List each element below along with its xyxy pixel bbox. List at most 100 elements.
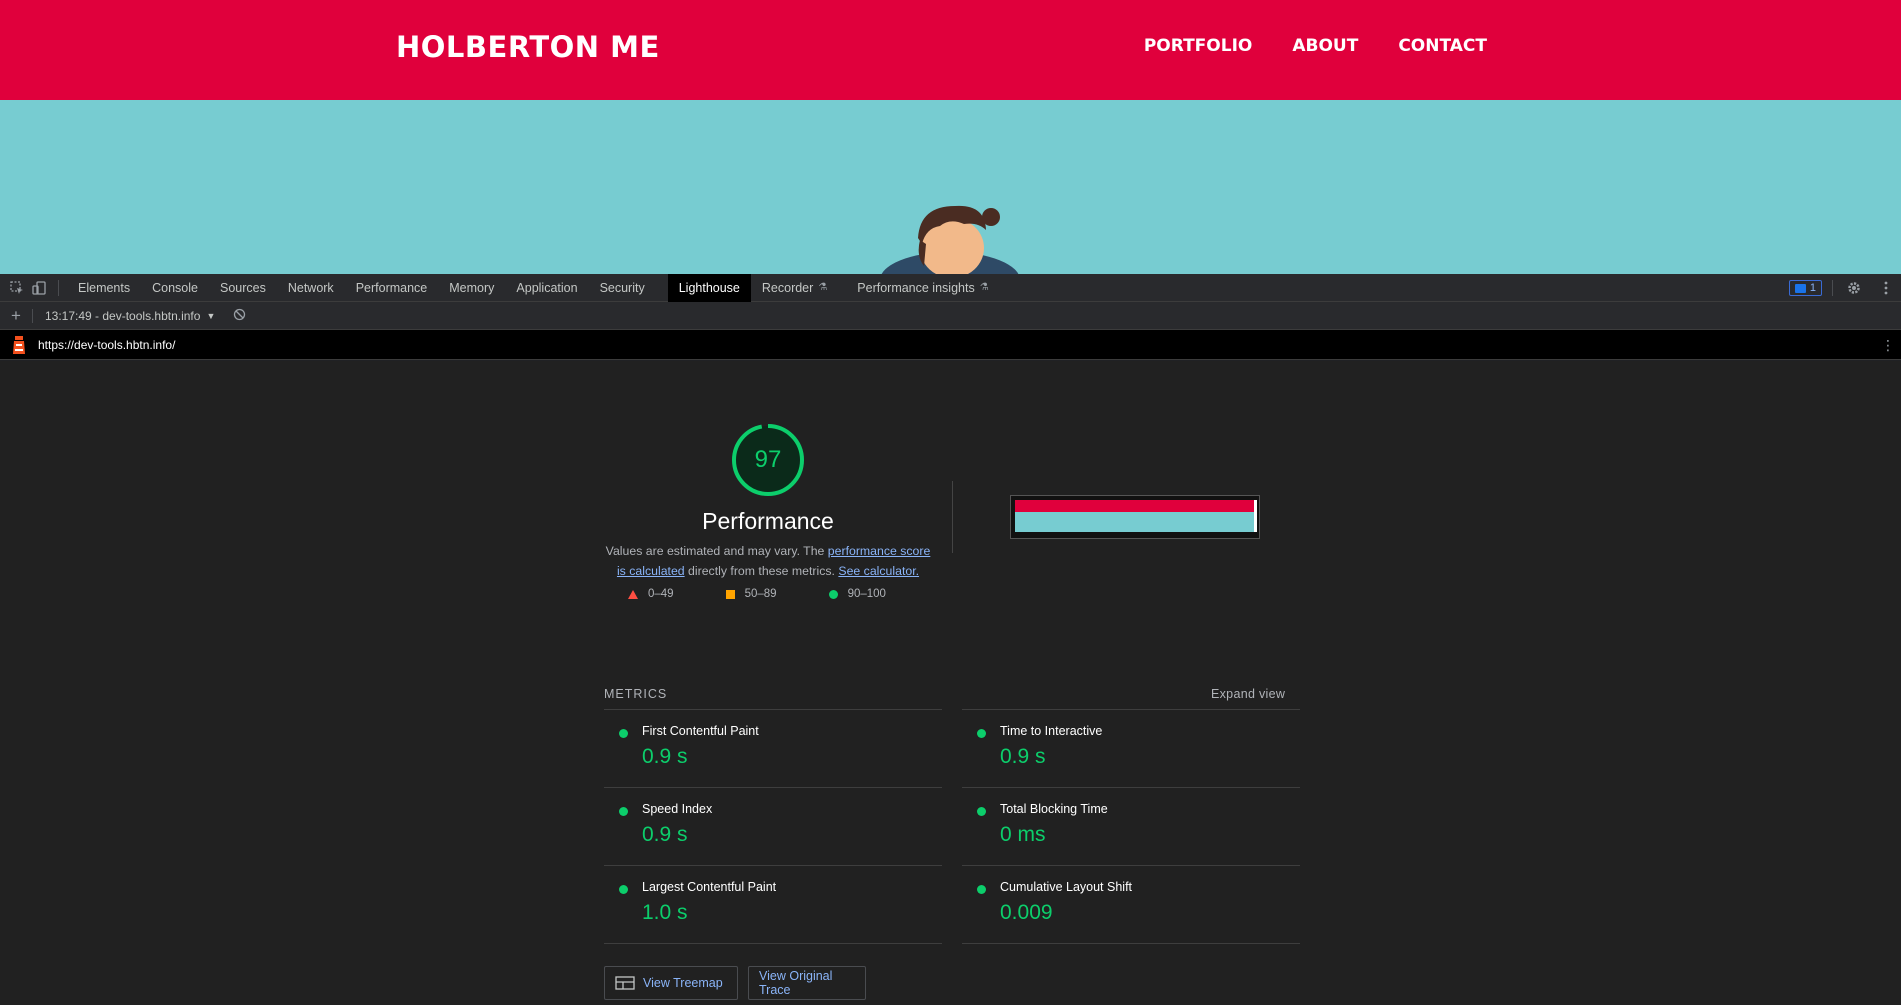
score-legend: 0–49 50–89 90–100 bbox=[628, 588, 938, 600]
tab-lighthouse[interactable]: Lighthouse bbox=[667, 273, 751, 302]
square-icon bbox=[725, 589, 735, 599]
kebab-menu-icon[interactable] bbox=[1875, 277, 1897, 299]
legend-average: 50–89 bbox=[725, 588, 777, 600]
lighthouse-toolbar: + 13:17:49 - dev-tools.hbtn.info ▼ bbox=[0, 302, 1901, 330]
tab-network[interactable]: Network bbox=[277, 274, 345, 302]
metric-cumulative-layout-shift: Cumulative Layout Shift 0.009 bbox=[962, 865, 1300, 943]
metric-value: 0.9 s bbox=[1000, 745, 1046, 768]
tab-elements[interactable]: Elements bbox=[67, 274, 141, 302]
pass-icon bbox=[977, 885, 986, 894]
lighthouse-logo-icon bbox=[13, 335, 25, 354]
category-description: Values are estimated and may vary. The p… bbox=[604, 541, 932, 581]
pass-icon bbox=[619, 885, 628, 894]
tab-security[interactable]: Security bbox=[589, 274, 656, 302]
nav-about[interactable]: ABOUT bbox=[1292, 36, 1358, 56]
screenshot-hero bbox=[1015, 512, 1257, 532]
report-url-bar: https://dev-tools.hbtn.info/ ⋮ bbox=[0, 330, 1901, 360]
tab-performance[interactable]: Performance bbox=[345, 274, 439, 302]
inspect-element-icon[interactable] bbox=[6, 277, 28, 299]
metric-value: 0 ms bbox=[1000, 823, 1046, 846]
screenshot-image bbox=[1013, 498, 1257, 536]
toolbar-separator bbox=[1832, 280, 1833, 296]
divider bbox=[604, 943, 942, 944]
screenshot-scrollbar bbox=[1254, 500, 1257, 532]
metric-label: Time to Interactive bbox=[1000, 724, 1103, 738]
metric-label: First Contentful Paint bbox=[642, 724, 759, 738]
metric-label: Total Blocking Time bbox=[1000, 802, 1108, 816]
tab-sources[interactable]: Sources bbox=[209, 274, 277, 302]
kebab-menu-icon[interactable]: ⋮ bbox=[1881, 337, 1895, 354]
issues-badge[interactable]: 1 bbox=[1788, 280, 1822, 296]
legend-pass-label: 90–100 bbox=[847, 588, 886, 600]
tab-recorder-label: Recorder bbox=[761, 280, 814, 295]
metric-label: Cumulative Layout Shift bbox=[1000, 880, 1133, 894]
metric-value: 0.9 s bbox=[642, 745, 688, 768]
toolbar-right: 1 bbox=[1788, 274, 1901, 302]
clear-reports-icon[interactable] bbox=[233, 308, 246, 324]
tab-performance-insights-label: Performance insights bbox=[857, 280, 975, 295]
metric-value: 0.009 bbox=[1000, 901, 1053, 924]
view-original-trace-label: View Original Trace bbox=[759, 969, 833, 997]
metric-label: Speed Index bbox=[642, 802, 713, 816]
toolbar-separator bbox=[58, 279, 59, 296]
desc-text: Values are estimated and may vary. The bbox=[605, 544, 828, 558]
legend-fail: 0–49 bbox=[628, 588, 674, 600]
screenshot-header bbox=[1015, 500, 1257, 512]
site-header: HOLBERTON ME PORTFOLIO ABOUT CONTACT bbox=[0, 0, 1901, 100]
tab-console[interactable]: Console bbox=[141, 274, 209, 302]
lighthouse-report: 97 Performance Values are estimated and … bbox=[0, 361, 1901, 1005]
metric-largest-contentful-paint: Largest Contentful Paint 1.0 s bbox=[604, 865, 942, 943]
flask-icon: ⚗ bbox=[818, 282, 828, 293]
legend-average-label: 50–89 bbox=[744, 588, 777, 600]
metric-label: Largest Contentful Paint bbox=[642, 880, 777, 894]
report-selector-label: 13:17:49 - dev-tools.hbtn.info bbox=[45, 308, 201, 323]
website-viewport: HOLBERTON ME PORTFOLIO ABOUT CONTACT bbox=[0, 0, 1901, 274]
view-treemap-label: View Treemap bbox=[643, 976, 723, 990]
device-toolbar-icon[interactable] bbox=[28, 277, 50, 299]
legend-fail-label: 0–49 bbox=[648, 588, 674, 600]
metric-speed-index: Speed Index 0.9 s bbox=[604, 787, 942, 865]
metric-value: 1.0 s bbox=[642, 901, 688, 924]
pass-icon bbox=[977, 729, 986, 738]
view-treemap-button[interactable]: View Treemap bbox=[604, 966, 738, 1000]
pass-icon bbox=[977, 807, 986, 816]
new-report-icon[interactable]: + bbox=[0, 306, 32, 326]
divider bbox=[962, 943, 1300, 944]
circle-icon bbox=[828, 589, 838, 599]
performance-score: 97 bbox=[754, 446, 782, 473]
site-title[interactable]: HOLBERTON ME bbox=[396, 30, 660, 64]
tab-performance-insights[interactable]: Performance insights ⚗ bbox=[846, 274, 999, 302]
issues-icon bbox=[1794, 283, 1806, 293]
report-url[interactable]: https://dev-tools.hbtn.info/ bbox=[38, 338, 175, 352]
expand-view-toggle[interactable]: Expand view bbox=[1211, 687, 1285, 701]
gear-icon[interactable] bbox=[1843, 277, 1865, 299]
flask-icon: ⚗ bbox=[979, 282, 989, 293]
category-title: Performance bbox=[702, 508, 834, 534]
metric-first-contentful-paint: First Contentful Paint 0.9 s bbox=[604, 709, 942, 787]
tab-recorder[interactable]: Recorder ⚗ bbox=[751, 274, 838, 302]
see-calculator-link[interactable]: See calculator. bbox=[838, 564, 919, 578]
legend-pass: 90–100 bbox=[828, 588, 886, 600]
devtools-panel: Elements Console Sources Network Perform… bbox=[0, 273, 1901, 1005]
avatar-illustration bbox=[881, 205, 1019, 274]
final-screenshot[interactable] bbox=[1010, 495, 1260, 539]
tab-memory[interactable]: Memory bbox=[438, 274, 505, 302]
tab-application[interactable]: Application bbox=[505, 274, 588, 302]
nav-portfolio[interactable]: PORTFOLIO bbox=[1144, 36, 1253, 56]
devtools-tabbar: Elements Console Sources Network Perform… bbox=[0, 273, 1901, 302]
metric-time-to-interactive: Time to Interactive 0.9 s bbox=[962, 709, 1300, 787]
nav-contact[interactable]: CONTACT bbox=[1398, 36, 1487, 56]
treemap-icon bbox=[615, 976, 635, 990]
desc-text: directly from these metrics. bbox=[684, 564, 839, 578]
triangle-icon bbox=[628, 589, 638, 599]
metric-total-blocking-time: Total Blocking Time 0 ms bbox=[962, 787, 1300, 865]
pass-icon bbox=[619, 807, 628, 816]
pass-icon bbox=[619, 729, 628, 738]
report-selector[interactable]: 13:17:49 - dev-tools.hbtn.info ▼ bbox=[32, 308, 216, 323]
site-nav: PORTFOLIO ABOUT CONTACT bbox=[1144, 36, 1487, 56]
chevron-down-icon: ▼ bbox=[206, 310, 216, 321]
issues-count: 1 bbox=[1809, 282, 1816, 294]
view-original-trace-button[interactable]: View Original Trace bbox=[748, 966, 866, 1000]
divider bbox=[952, 481, 953, 553]
metric-value: 0.9 s bbox=[642, 823, 688, 846]
